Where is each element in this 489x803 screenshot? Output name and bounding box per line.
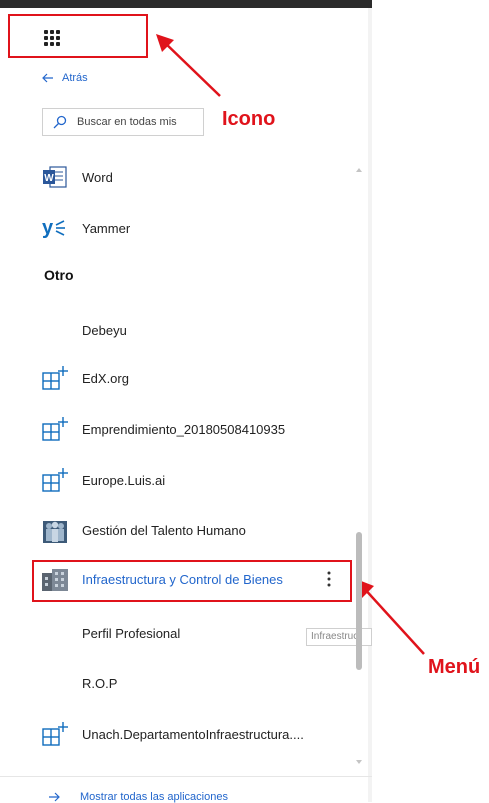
people-icon — [42, 517, 68, 543]
app-add-icon — [42, 467, 68, 493]
tooltip: Infraestruc — [306, 628, 372, 646]
app-label: Word — [82, 169, 113, 185]
panel-edge — [368, 8, 372, 802]
arrow-right-icon — [49, 792, 60, 802]
app-label: Europe.Luis.ai — [82, 472, 166, 488]
word-icon: W — [42, 164, 68, 190]
app-item-word[interactable]: W Word — [42, 164, 113, 190]
show-all-apps-label: Mostrar todas las aplicaciones — [80, 791, 228, 803]
app-label: Perfil Profesional — [82, 625, 181, 641]
app-item-gestion-talento[interactable]: Gestión del Talento Humano — [42, 517, 246, 543]
app-label: Unach.DepartamentoInfraestructura.... — [82, 726, 304, 742]
scroll-up-icon[interactable] — [356, 160, 362, 178]
app-item-debeyu[interactable]: Debeyu — [42, 317, 127, 343]
app-add-icon — [42, 365, 68, 391]
yammer-icon: y — [42, 215, 68, 241]
top-bar — [0, 0, 372, 8]
back-link[interactable]: Atrás — [42, 72, 88, 84]
app-item-emprendimiento[interactable]: Emprendimiento_20180508410935 — [42, 416, 285, 442]
app-label: EdX.org — [82, 370, 129, 386]
app-label: Emprendimiento_20180508410935 — [82, 421, 286, 437]
app-label: Yammer — [82, 220, 131, 236]
app-label: R.O.P — [82, 675, 118, 691]
search-icon — [53, 115, 67, 129]
scrollbar-thumb[interactable] — [356, 532, 362, 670]
show-all-apps-link[interactable]: Mostrar todas las aplicaciones — [48, 791, 228, 803]
section-title-otro: Otro — [44, 267, 74, 283]
arrow-left-icon — [42, 73, 53, 83]
annotation-box-icon — [8, 14, 148, 58]
app-item-rop[interactable]: R.O.P — [42, 670, 117, 696]
app-item-europe-luis[interactable]: Europe.Luis.ai — [42, 467, 165, 493]
app-item-edx[interactable]: EdX.org — [42, 365, 129, 391]
annotation-box-menu — [32, 560, 352, 602]
scroll-down-icon[interactable] — [356, 752, 362, 770]
app-add-icon — [42, 721, 68, 747]
app-label: Gestión del Talento Humano — [82, 522, 246, 538]
annotation-label-icon: Icono — [222, 108, 276, 130]
annotation-label-menu: Menú — [428, 656, 481, 678]
svg-text:W: W — [44, 173, 54, 184]
footer-divider — [0, 776, 372, 777]
search-placeholder: Buscar en todas mis — [77, 116, 177, 128]
app-add-icon — [42, 416, 68, 442]
app-label: Debeyu — [82, 322, 127, 338]
annotation-arrow-icon — [156, 34, 221, 97]
back-label: Atrás — [62, 72, 88, 84]
search-input[interactable]: Buscar en todas mis — [42, 108, 204, 136]
svg-text:y: y — [42, 217, 54, 239]
app-item-unach[interactable]: Unach.DepartamentoInfraestructura.... — [42, 721, 304, 747]
app-item-yammer[interactable]: y Yammer — [42, 215, 130, 241]
app-item-perfil-profesional[interactable]: Perfil Profesional — [42, 620, 180, 646]
